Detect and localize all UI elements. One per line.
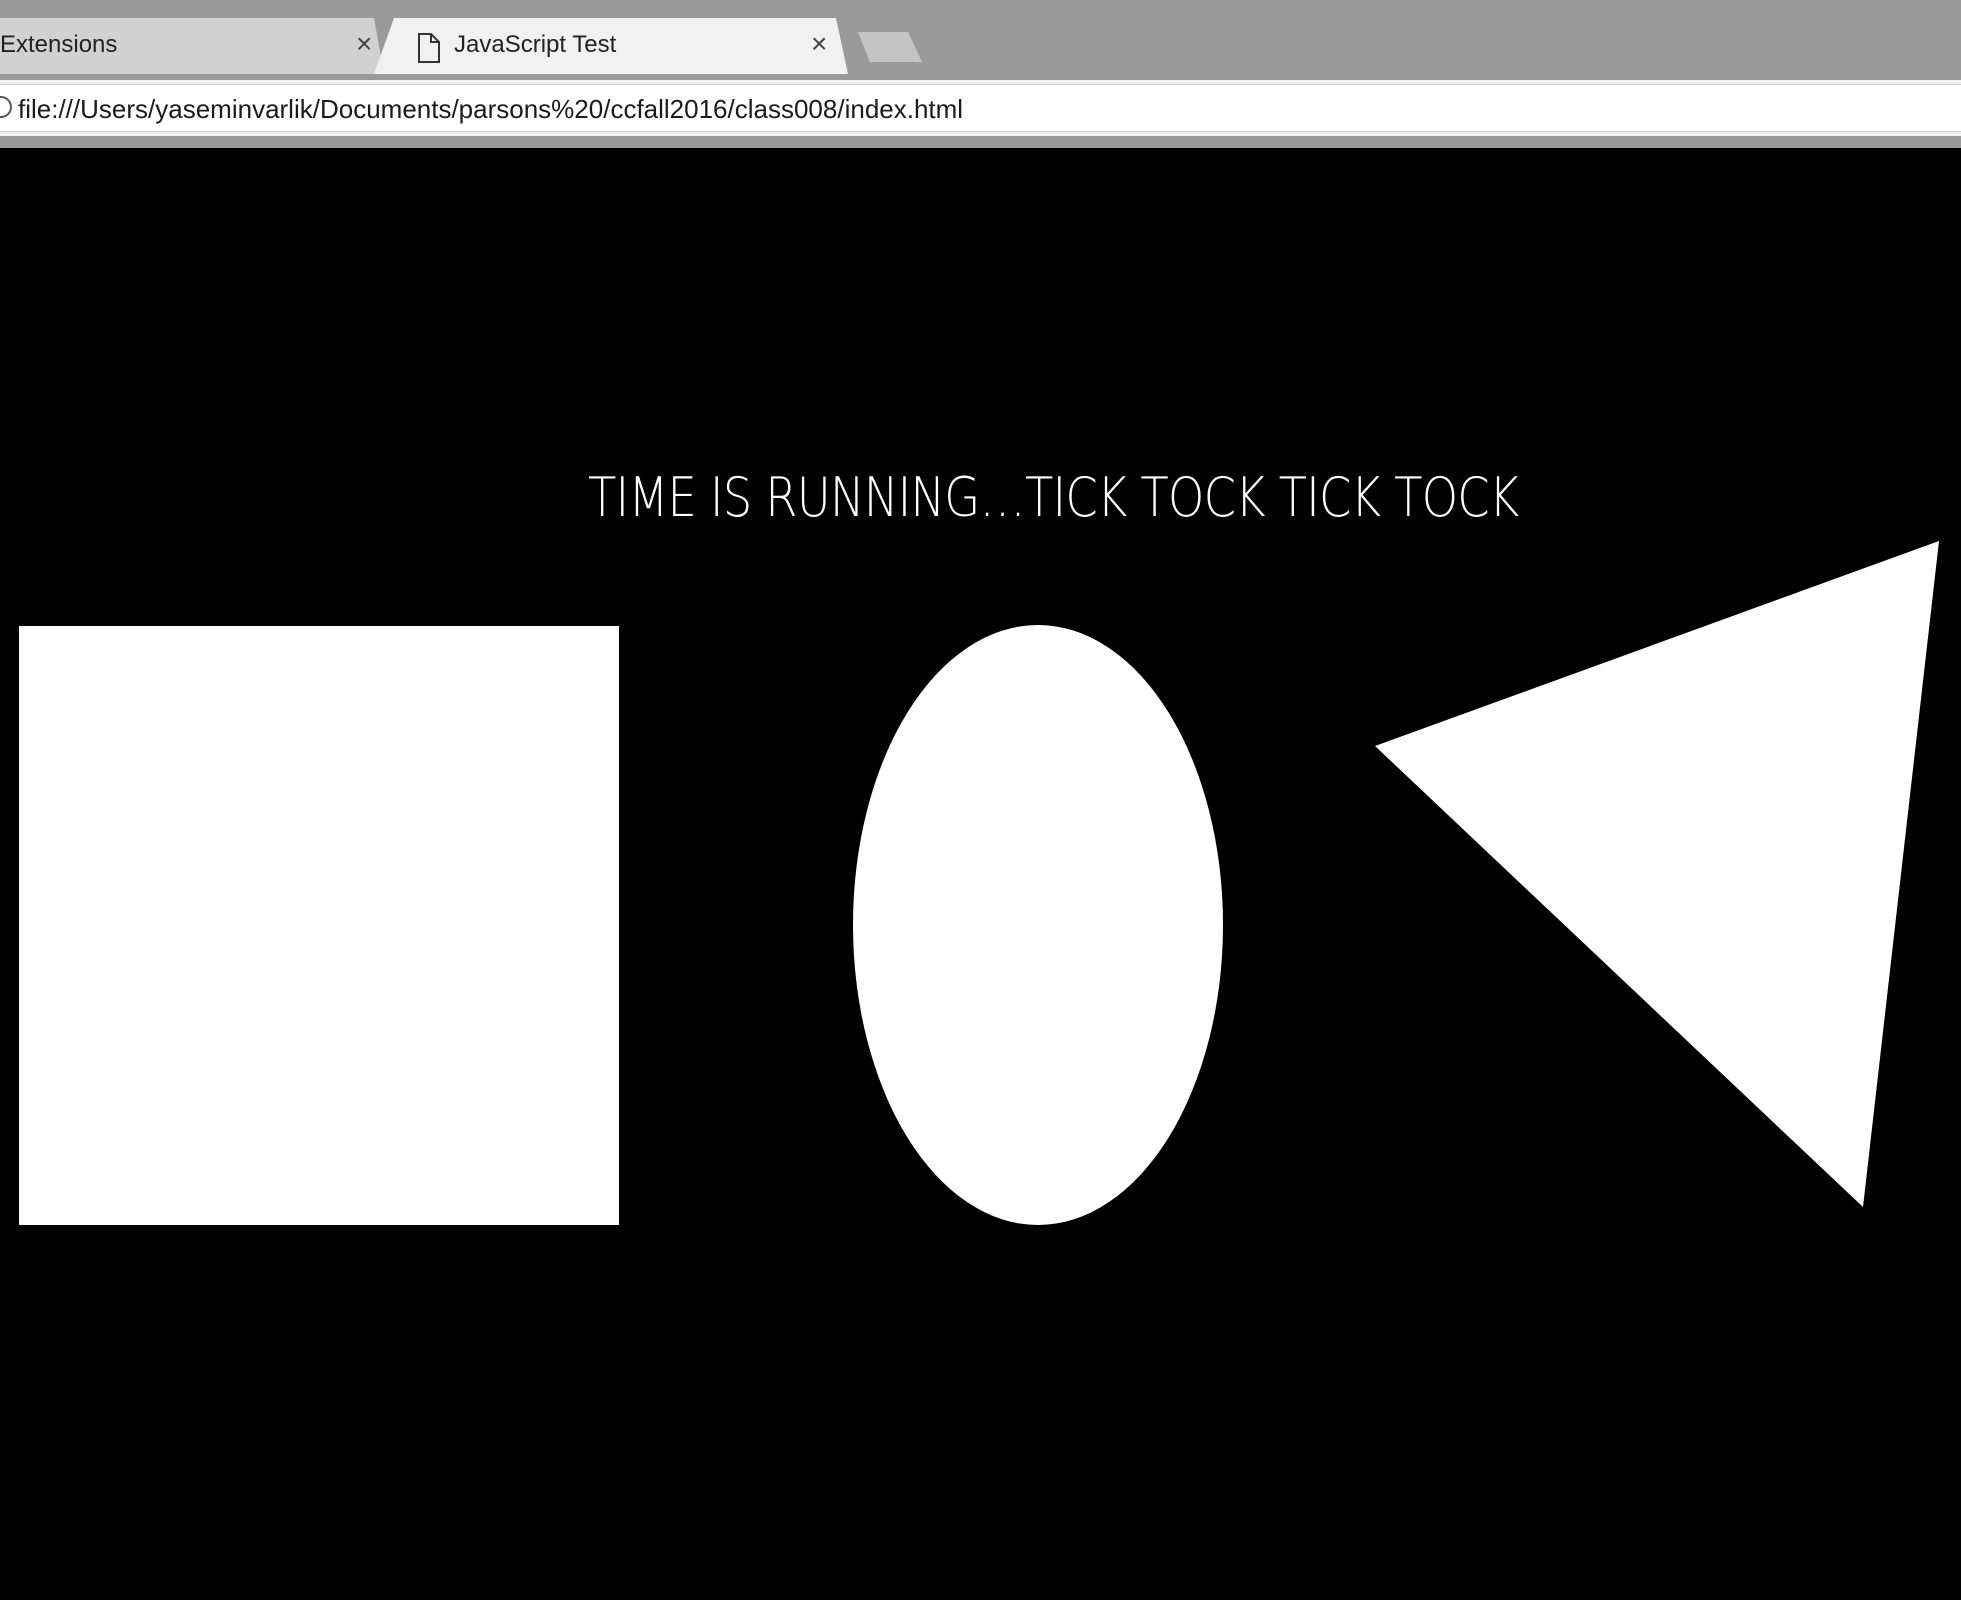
address-bar[interactable]: file:///Users/yaseminvarlik/Documents/pa… bbox=[0, 84, 1961, 132]
browser-chrome: Extensions × JavaScript Test × file:///U… bbox=[0, 0, 1961, 148]
tab-close-icon[interactable]: × bbox=[811, 30, 827, 58]
tab-title: Extensions bbox=[0, 31, 118, 58]
tab-javascript-test[interactable]: JavaScript Test × bbox=[374, 18, 848, 74]
white-triangle bbox=[1375, 541, 1939, 1207]
white-ellipse bbox=[853, 625, 1223, 1225]
info-icon[interactable] bbox=[0, 96, 12, 118]
page-content: TIME IS RUNNING…TICK TOCK TICK TOCK bbox=[0, 148, 1961, 1600]
tab-close-icon[interactable]: × bbox=[356, 30, 372, 58]
shapes-canvas bbox=[853, 541, 1939, 1225]
document-icon bbox=[418, 33, 440, 63]
new-tab-button[interactable] bbox=[858, 32, 922, 62]
url-text[interactable]: file:///Users/yaseminvarlik/Documents/pa… bbox=[18, 94, 963, 125]
tab-extensions[interactable]: Extensions × bbox=[0, 18, 384, 74]
tab-title: JavaScript Test bbox=[454, 31, 617, 58]
